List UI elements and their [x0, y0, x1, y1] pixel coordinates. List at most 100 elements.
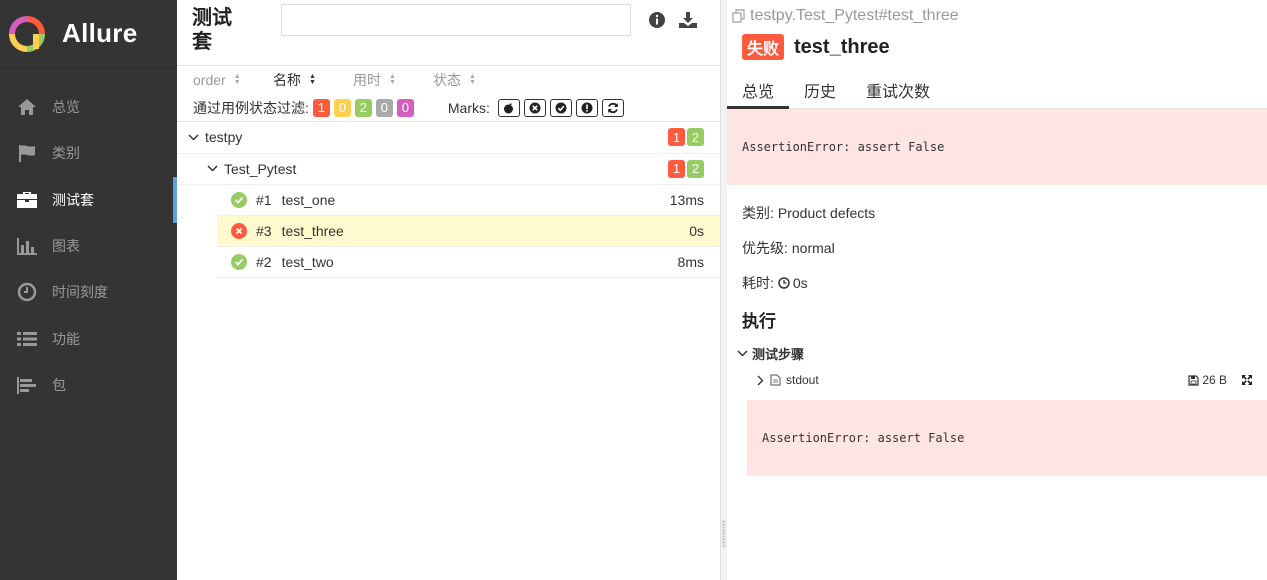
passed-status-icon: [231, 192, 247, 208]
filter-broken-toggle[interactable]: 0: [333, 98, 351, 117]
sidebar-item-label: 包: [52, 376, 66, 393]
list-icon: [16, 329, 38, 349]
mark-new-broken-icon[interactable]: [575, 98, 598, 117]
info-icon[interactable]: [647, 10, 667, 30]
filter-passed-toggle[interactable]: 2: [354, 98, 372, 117]
duration-row: 耗时: 0s: [742, 273, 808, 293]
test-name: test_one: [281, 192, 336, 208]
failed-status-icon: [231, 223, 247, 239]
page-title: 测试套: [192, 7, 232, 53]
file-icon: [770, 374, 781, 386]
flag-icon: [16, 143, 38, 163]
group-counts: 1 2: [666, 159, 704, 178]
sort-bar: order ▲ ▼ 名称 ▲ ▼ 用时 ▲ ▼ 状态 ▲ ▼: [177, 66, 720, 94]
sidebar-item-label: 时间刻度: [52, 284, 108, 301]
sidebar-item-packages[interactable]: 包: [0, 362, 177, 408]
expand-icon[interactable]: [1241, 374, 1253, 386]
mark-retries-icon[interactable]: [601, 98, 624, 117]
execution-heading: 执行: [742, 312, 776, 331]
tab-retries[interactable]: 重试次数: [851, 70, 945, 109]
test-number: #3: [256, 223, 272, 239]
pane-splitter[interactable]: [720, 0, 727, 580]
filter-failed-toggle[interactable]: 1: [312, 98, 330, 117]
clock-icon: [778, 277, 790, 289]
passed-count-badge: 2: [687, 159, 704, 178]
sidebar-item-categories[interactable]: 类别: [0, 130, 177, 176]
suites-header: 测试套: [177, 0, 720, 66]
test-row[interactable]: #1 test_one 13ms: [217, 185, 720, 216]
sidebar-nav: 总览 类别 测试套 图表 时间刻度 功能 包: [0, 68, 177, 408]
mark-flaky-icon[interactable]: [497, 98, 520, 117]
status-filter-bar: 通过用例状态过滤: 1 0 2 0 0 Marks:: [177, 94, 720, 122]
copy-icon: [732, 9, 745, 23]
filter-label: 通过用例状态过滤:: [193, 99, 309, 116]
sort-arrows-icon: ▲ ▼: [389, 73, 396, 86]
duration-value: 0s: [792, 275, 808, 291]
sidebar-item-label: 图表: [52, 238, 80, 255]
passed-status-icon: [231, 254, 247, 270]
suites-pane: 测试套 order ▲ ▼ 名称 ▲ ▼ 用时 ▲ ▼ 状态 ▲ ▼ 通过用例状态过滤:…: [177, 0, 720, 580]
sidebar-item-behaviors[interactable]: 功能: [0, 315, 177, 361]
sort-name[interactable]: 名称 ▲ ▼: [257, 70, 337, 90]
home-icon: [16, 97, 38, 117]
test-detail-pane: testpy.Test_Pytest#test_three 失败 test_th…: [727, 0, 1267, 580]
failed-count-badge: 1: [668, 159, 685, 178]
sort-arrows-icon: ▲ ▼: [309, 73, 316, 86]
test-name: test_three: [281, 223, 344, 239]
error-message: AssertionError: assert False: [727, 109, 1267, 185]
sidebar-item-label: 测试套: [52, 191, 94, 208]
chevron-right-icon: [757, 375, 764, 385]
chevron-down-icon: [187, 131, 199, 143]
sort-status[interactable]: 状态 ▲ ▼: [417, 70, 497, 90]
sidebar-item-graphs[interactable]: 图表: [0, 223, 177, 269]
sidebar-item-label: 总览: [52, 99, 80, 116]
marks-label: Marks:: [447, 99, 490, 116]
brand[interactable]: Allure: [0, 0, 177, 68]
briefcase-icon: [16, 190, 38, 210]
passed-count-badge: 2: [687, 128, 704, 147]
filter-unknown-toggle[interactable]: 0: [396, 98, 414, 117]
sidebar-item-label: 功能: [52, 330, 80, 347]
sidebar-item-label: 类别: [52, 145, 80, 162]
sort-duration[interactable]: 用时 ▲ ▼: [337, 70, 417, 90]
filter-skipped-toggle[interactable]: 0: [375, 98, 393, 117]
attachment-size-text: 26 B: [1202, 373, 1227, 387]
tab-overview[interactable]: 总览: [727, 70, 790, 109]
mark-new-failed-icon[interactable]: [523, 98, 546, 117]
test-row[interactable]: #2 test_two 8ms: [217, 247, 720, 278]
bar-chart-icon: [16, 236, 38, 256]
tree-group-test-pytest[interactable]: Test_Pytest 1 2: [177, 154, 720, 185]
test-number: #2: [256, 254, 272, 270]
chevron-down-icon: [737, 350, 748, 357]
mark-new-passed-icon[interactable]: [549, 98, 572, 117]
category-row: 类别: Product defects: [742, 203, 875, 223]
attachment-row[interactable]: stdout 26 B: [757, 371, 1267, 389]
group-counts: 1 2: [666, 128, 704, 147]
severity-value: normal: [791, 240, 835, 256]
align-left-icon: [16, 375, 38, 395]
sort-order[interactable]: order ▲ ▼: [177, 72, 257, 88]
failed-count-badge: 1: [668, 128, 685, 147]
sort-name-label: 名称: [273, 72, 301, 88]
tree-group-testpy[interactable]: testpy 1 2: [177, 122, 720, 154]
test-name: test_two: [281, 254, 334, 270]
download-icon[interactable]: [678, 10, 698, 30]
test-number: #1: [256, 192, 272, 208]
test-title: test_three: [794, 35, 890, 58]
tab-history[interactable]: 历史: [789, 70, 851, 109]
sidebar-item-overview[interactable]: 总览: [0, 84, 177, 130]
splitter-grip-icon[interactable]: [722, 520, 726, 548]
breadcrumb[interactable]: testpy.Test_Pytest#test_three: [732, 7, 959, 25]
sidebar-item-timeline[interactable]: 时间刻度: [0, 269, 177, 315]
search-input[interactable]: [281, 4, 631, 36]
attachment-size: 26 B: [1188, 373, 1227, 387]
app-name: Allure: [62, 18, 138, 48]
detail-tabs: 总览 历史 重试次数: [727, 70, 1267, 109]
duration-label: 耗时:: [742, 275, 774, 291]
sort-arrows-icon: ▲ ▼: [469, 73, 476, 86]
test-steps-toggle[interactable]: 测试步骤: [737, 344, 804, 363]
test-row-selected[interactable]: #3 test_three 0s: [217, 216, 720, 247]
chevron-down-icon: [206, 163, 218, 175]
sidebar-item-suites[interactable]: 测试套: [0, 176, 177, 223]
group-name: testpy: [205, 129, 243, 146]
